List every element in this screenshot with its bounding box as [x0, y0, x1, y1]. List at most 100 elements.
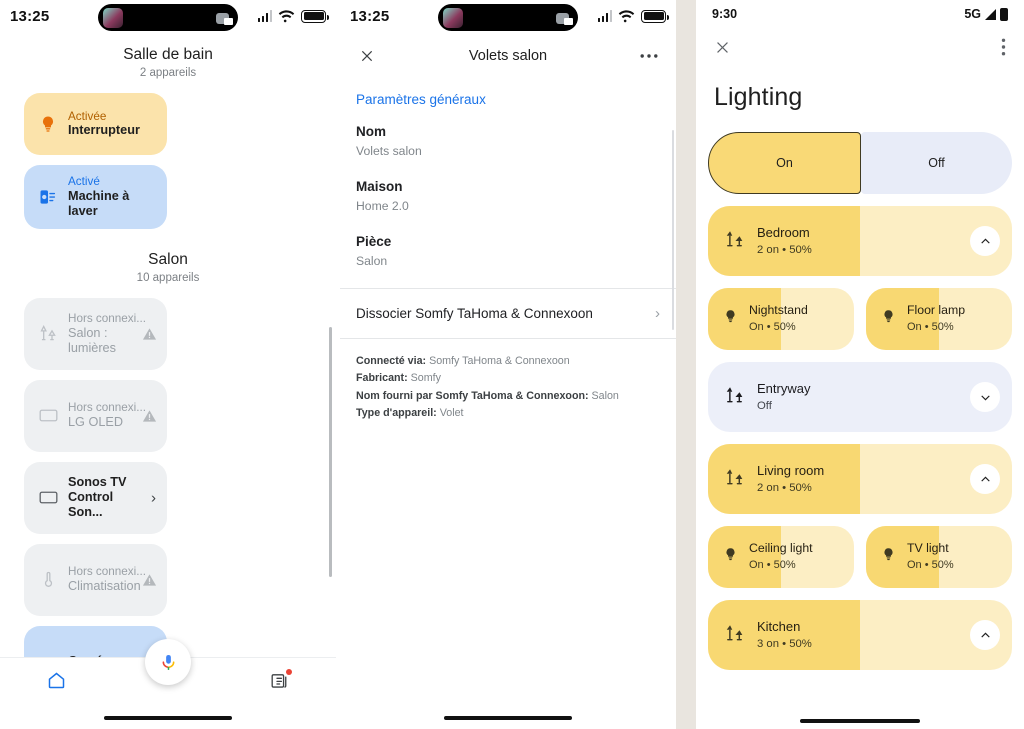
group-row-entryway[interactable]: Entryway Off [708, 362, 1012, 432]
device-list-scroll[interactable]: Salle de bain 2 appareils Activée Interr… [0, 32, 336, 729]
device-card-sonos-tv[interactable]: Sonos TV Control Son... › [24, 461, 167, 534]
group-row-living-room[interactable]: Living room 2 on • 50% [708, 444, 1012, 514]
group-expander-button[interactable] [970, 620, 1000, 650]
field-piece[interactable]: Pièce Salon [340, 213, 676, 268]
field-label: Pièce [356, 234, 392, 249]
close-button[interactable] [714, 39, 731, 61]
chevron-up-icon [980, 237, 990, 244]
unlink-label: Dissocier Somfy TaHoma & Connexoon [356, 306, 593, 321]
close-icon [361, 50, 373, 62]
group-expander-button[interactable] [970, 464, 1000, 494]
notification-badge [285, 669, 292, 675]
field-label: Nom [356, 124, 386, 139]
group-name: Living room [757, 462, 825, 478]
group-row-bedroom[interactable]: Bedroom 2 on • 50% [708, 206, 1012, 276]
dynamic-island [438, 4, 578, 31]
group-status: 2 on • 50% [757, 481, 812, 494]
lamps-icon [724, 384, 746, 411]
chevron-down-icon [980, 394, 990, 401]
cellular-signal-icon [597, 10, 612, 22]
group-name: Bedroom [757, 224, 810, 240]
lighting-controls: On Off Bedroom 2 on • 50% Nightstand On … [696, 112, 1024, 670]
meta-value: Somfy [407, 372, 441, 385]
device-card-salon-lumieres[interactable]: Hors connexi... Salon : lumières [24, 297, 167, 370]
room-title: Salle de bain [123, 46, 213, 63]
device-row-floor-lamp[interactable]: Floor lamp On • 50% [866, 288, 1012, 350]
group-status: 3 on • 50% [757, 637, 812, 650]
more-horizontal-icon [640, 54, 658, 58]
device-state: Hors connexi... [68, 565, 146, 579]
mic-icon [162, 654, 174, 670]
status-time: 9:30 [712, 7, 738, 21]
close-button[interactable] [356, 48, 378, 64]
panel-google-home-devices: 13:25 Salle de bain 2 appareils Activée … [0, 0, 336, 729]
field-label: Maison [356, 179, 403, 194]
home-tab[interactable] [0, 670, 112, 691]
group-devices-living-room: Ceiling light On • 50% TV light On • 50% [708, 526, 1012, 588]
vertical-scrollbar[interactable] [329, 327, 332, 577]
group-expander-button[interactable] [970, 226, 1000, 256]
overflow-menu-button[interactable] [1001, 38, 1006, 61]
avatar [443, 7, 463, 28]
room-device-count: 2 appareils [139, 67, 197, 79]
device-status: On • 50% [749, 321, 796, 334]
device-card-machine-a-laver[interactable]: Activé Machine à laver [24, 165, 167, 229]
toggle-on-option[interactable]: On [708, 132, 861, 194]
page-title: Volets salon [468, 48, 548, 64]
group-status: 2 on • 50% [757, 243, 812, 256]
device-state: Activée [68, 109, 107, 123]
meta-value: Volet [436, 406, 464, 419]
settings-top-bar: Volets salon [340, 32, 676, 80]
page-title: Lighting [714, 83, 803, 111]
meta-row: Connecté via: Somfy TaHoma & Connexoon [356, 353, 660, 370]
device-row-nightstand[interactable]: Nightstand On • 50% [708, 288, 854, 350]
device-row-ceiling-light[interactable]: Ceiling light On • 50% [708, 526, 854, 588]
status-time: 13:25 [350, 7, 390, 25]
warning-icon [142, 410, 157, 422]
meta-row: Type d'appareil: Volet [356, 405, 660, 422]
device-name: Ceiling light [749, 541, 813, 556]
toggle-off-option[interactable]: Off [861, 132, 1012, 194]
feed-tab[interactable] [224, 669, 336, 696]
overflow-menu-button[interactable] [638, 53, 660, 59]
field-maison[interactable]: Maison Home 2.0 [340, 158, 676, 213]
group-name: Entryway [757, 380, 811, 396]
device-card-lg-oled[interactable]: Hors connexi... LG OLED [24, 379, 167, 452]
room-device-count: 10 appareils [136, 271, 200, 284]
device-state: Activé [68, 175, 100, 188]
close-icon [717, 41, 728, 53]
assistant-fab[interactable] [145, 639, 191, 685]
chevron-right-icon: › [151, 489, 156, 507]
device-row-tv-light[interactable]: TV light On • 50% [866, 526, 1012, 588]
group-devices-bedroom: Nightstand On • 50% Floor lamp On • 50% [708, 288, 1012, 350]
on-off-toggle[interactable]: On Off [708, 132, 1012, 194]
device-name: Sonos TV Control Son... [68, 475, 127, 520]
ios-status-bar: 13:25 [340, 0, 676, 32]
device-status: On • 50% [749, 559, 796, 572]
room-title: Salon [148, 250, 188, 268]
field-nom[interactable]: Nom Volets salon [340, 111, 676, 158]
warning-icon [142, 574, 157, 586]
settings-body: Paramètres généraux Nom Volets salon Mai… [340, 80, 676, 437]
bulb-icon [37, 113, 59, 135]
bulb-icon [722, 546, 739, 568]
more-vertical-icon [1001, 38, 1006, 56]
field-value: Volets salon [356, 144, 422, 158]
camera-recording-icon [216, 11, 233, 25]
device-name: Machine à laver [68, 188, 130, 218]
unlink-integration-row[interactable]: Dissocier Somfy TaHoma & Connexoon › [340, 289, 676, 338]
general-settings-link[interactable]: Paramètres généraux [340, 80, 676, 111]
washer-icon [37, 186, 59, 208]
device-card-climatisation[interactable]: Hors connexi... Climatisation [24, 543, 167, 616]
room-header-bathroom: Salle de bain 2 appareils [0, 32, 336, 81]
group-expander-button[interactable] [970, 382, 1000, 412]
device-card-interrupteur[interactable]: Activée Interrupteur [24, 93, 167, 155]
vertical-scrollbar[interactable] [671, 130, 674, 330]
status-time: 13:25 [10, 7, 50, 25]
signal-triangle-icon [985, 8, 996, 20]
device-state: Hors connexi... [68, 311, 146, 325]
group-row-kitchen[interactable]: Kitchen 3 on • 50% [708, 600, 1012, 670]
ios-status-bar: 13:25 [0, 0, 336, 32]
meta-label: Fabricant: [356, 372, 408, 385]
chevron-up-icon [980, 631, 990, 638]
